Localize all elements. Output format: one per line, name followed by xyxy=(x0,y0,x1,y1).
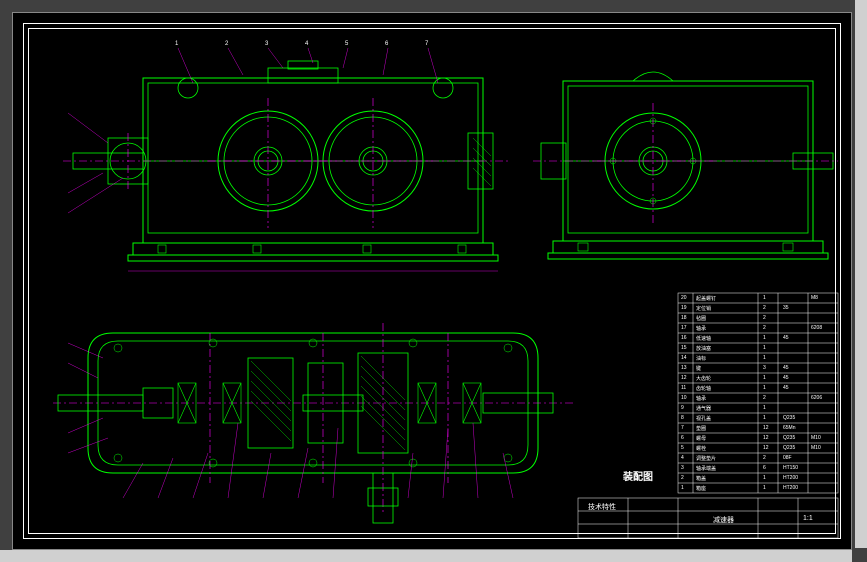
bom-r15-qty: 1 xyxy=(763,345,766,351)
bom-r7-no: 7 xyxy=(681,425,684,431)
bom-r10-no: 10 xyxy=(681,395,687,401)
bom-r6-mat: Q235 xyxy=(783,435,795,441)
bom-r19-name: 定位销 xyxy=(696,305,711,312)
bom-r15-name: 放油塞 xyxy=(696,345,711,352)
bom-r2-mat: HT200 xyxy=(783,475,798,481)
bom-r12-name: 大齿轮 xyxy=(696,375,711,382)
bom-r17-no: 17 xyxy=(681,325,687,331)
bom-r2-name: 箱盖 xyxy=(696,475,706,482)
ldr-top-4: 4 xyxy=(305,41,308,47)
scrollbar-horizontal[interactable] xyxy=(0,550,852,562)
bom-r17-name: 轴承 xyxy=(696,325,706,332)
ldr-top-1: 1 xyxy=(175,41,178,47)
bom-r5-qty: 12 xyxy=(763,445,769,451)
ldr-top-7: 7 xyxy=(425,41,428,47)
bom-r9-qty: 1 xyxy=(763,405,766,411)
bom-r12-qty: 1 xyxy=(763,375,766,381)
bom-r5-no: 5 xyxy=(681,445,684,451)
bom-r3-mat: HT150 xyxy=(783,465,798,471)
ldr-top-3: 3 xyxy=(265,41,268,47)
ldr-top-5: 5 xyxy=(345,41,348,47)
top-section-view xyxy=(53,323,573,523)
bom-r20-qty: 1 xyxy=(763,295,766,301)
side-view xyxy=(533,72,838,259)
bom-r3-name: 轴承端盖 xyxy=(696,465,716,472)
bom-r4-mat: 08F xyxy=(783,455,792,461)
bom-r16-mat: 45 xyxy=(783,335,789,341)
tech-req-title: 技术特性 xyxy=(588,502,616,512)
bom-r17-note: 6208 xyxy=(811,325,822,331)
bom-r19-qty: 2 xyxy=(763,305,766,311)
title-block-grid xyxy=(578,498,838,538)
bom-r4-name: 调整垫片 xyxy=(696,455,716,462)
bom-r20-note: M8 xyxy=(811,295,818,301)
bom-r5-note: M10 xyxy=(811,445,821,451)
tb-scale: 1:1 xyxy=(803,515,813,522)
bom-r4-no: 4 xyxy=(681,455,684,461)
bom-r17-qty: 2 xyxy=(763,325,766,331)
bom-r3-no: 3 xyxy=(681,465,684,471)
bom-r16-no: 16 xyxy=(681,335,687,341)
bom-r11-mat: 45 xyxy=(783,385,789,391)
bom-r11-qty: 1 xyxy=(763,385,766,391)
bom-r8-qty: 1 xyxy=(763,415,766,421)
bom-r5-name: 螺栓 xyxy=(696,445,706,452)
bom-r13-no: 13 xyxy=(681,365,687,371)
drawing-title: 装配图 xyxy=(623,468,653,483)
bom-r20-name: 起盖螺钉 xyxy=(696,295,716,302)
bom-r9-name: 通气器 xyxy=(696,405,711,412)
ldr-top-2: 2 xyxy=(225,41,228,47)
bom-r1-mat: HT200 xyxy=(783,485,798,491)
bom-r6-name: 螺母 xyxy=(696,435,706,442)
bom-r4-qty: 2 xyxy=(763,455,766,461)
ldr-top-6: 6 xyxy=(385,41,388,47)
bom-r5-mat: Q235 xyxy=(783,445,795,451)
bom-r14-qty: 1 xyxy=(763,355,766,361)
bom-r1-no: 1 xyxy=(681,485,684,491)
bom-r9-no: 9 xyxy=(681,405,684,411)
bom-r2-no: 2 xyxy=(681,475,684,481)
bom-r14-no: 14 xyxy=(681,355,687,361)
bom-r12-mat: 45 xyxy=(783,375,789,381)
bom-r18-name: 毡圈 xyxy=(696,315,706,322)
bom-r7-qty: 12 xyxy=(763,425,769,431)
bom-r1-qty: 1 xyxy=(763,485,766,491)
front-view xyxy=(63,48,508,271)
bom-r20-no: 20 xyxy=(681,295,687,301)
bom-r6-note: M10 xyxy=(811,435,821,441)
bom-r18-no: 18 xyxy=(681,315,687,321)
bom-r2-qty: 1 xyxy=(763,475,766,481)
drawing-svg xyxy=(13,13,853,551)
bom-r14-name: 油标 xyxy=(696,355,706,362)
bom-r6-qty: 12 xyxy=(763,435,769,441)
bom-r11-no: 11 xyxy=(681,385,686,391)
bom-r13-qty: 3 xyxy=(763,365,766,371)
tb-partname: 减速器 xyxy=(713,515,734,525)
bom-r3-qty: 6 xyxy=(763,465,766,471)
bom-r8-name: 视孔盖 xyxy=(696,415,711,422)
bom-r13-name: 键 xyxy=(696,365,701,372)
bom-r1-name: 箱座 xyxy=(696,485,706,492)
bom-r19-mat: 35 xyxy=(783,305,789,311)
bom-r7-name: 垫圈 xyxy=(696,425,706,432)
bom-r10-note: 6206 xyxy=(811,395,822,401)
bom-r18-qty: 2 xyxy=(763,315,766,321)
bom-r10-name: 轴承 xyxy=(696,395,706,402)
bom-r19-no: 19 xyxy=(681,305,687,311)
bom-r12-no: 12 xyxy=(681,375,687,381)
bom-r8-no: 8 xyxy=(681,415,684,421)
bom-r13-mat: 45 xyxy=(783,365,789,371)
bom-r16-name: 低速轴 xyxy=(696,335,711,342)
bom-r10-qty: 2 xyxy=(763,395,766,401)
bom-r6-no: 6 xyxy=(681,435,684,441)
bom-r7-mat: 65Mn xyxy=(783,425,796,431)
bom-r16-qty: 1 xyxy=(763,335,766,341)
scrollbar-vertical[interactable] xyxy=(855,0,867,548)
cad-canvas[interactable]: 装配图 减速器 1:1 20 起盖螺钉 1 M8 19 定位销 2 35 18 … xyxy=(12,12,852,550)
bom-r8-mat: Q235 xyxy=(783,415,795,421)
bom-r15-no: 15 xyxy=(681,345,687,351)
bom-table-grid xyxy=(678,293,838,493)
bom-r11-name: 齿轮轴 xyxy=(696,385,711,392)
